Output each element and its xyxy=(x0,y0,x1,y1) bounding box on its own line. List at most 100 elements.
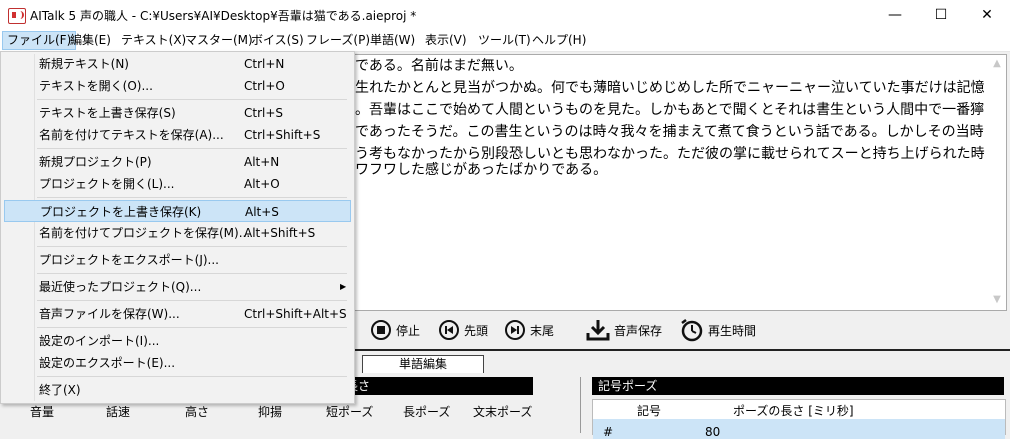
menu-item-label: 名前を付けてテキストを保存(A)... xyxy=(39,128,224,142)
skip-to-start-icon xyxy=(439,320,459,340)
menu-item-open-project[interactable]: プロジェクトを開く(L)... Alt+O xyxy=(4,173,351,195)
menu-phrase[interactable]: フレーズ(P) xyxy=(302,32,374,49)
skip-to-end-icon xyxy=(505,320,525,340)
play-time-button[interactable]: 再生時間 xyxy=(680,318,756,342)
editor-line: 。吾輩はここで始めて人間というものを見た。しかもあとで聞くとそれは書生という人間… xyxy=(355,102,985,118)
stop-label: 停止 xyxy=(396,323,421,338)
play-time-label: 再生時間 xyxy=(708,323,757,338)
length-header: 長さ xyxy=(340,377,533,395)
menu-text[interactable]: テキスト(X) xyxy=(117,32,190,49)
menu-separator xyxy=(37,246,347,247)
menu-tools[interactable]: ツール(T) xyxy=(474,32,535,49)
end-label: 末尾 xyxy=(530,323,555,338)
menu-item-label: 新規プロジェクト(P) xyxy=(39,155,152,169)
scroll-down-icon[interactable]: ▼ xyxy=(992,295,1002,305)
menu-separator xyxy=(37,148,347,149)
submenu-arrow-icon: ▶ xyxy=(340,282,347,291)
close-button[interactable]: ✕ xyxy=(964,0,1010,30)
menu-word[interactable]: 単語(W) xyxy=(366,32,419,49)
param-intonation-label: 抑揚 xyxy=(258,405,283,419)
editor-line: 生れたかとんと見当がつかぬ。何でも薄暗いじめじめした所でニャーニャー泣いていた事… xyxy=(355,80,985,96)
param-sentence-end-pause-label: 文末ポーズ xyxy=(473,405,533,419)
menu-item-save-text[interactable]: テキストを上書き保存(S) Ctrl+S xyxy=(4,102,351,124)
save-audio-label: 音声保存 xyxy=(614,323,663,338)
menu-item-new-project[interactable]: 新規プロジェクト(P) Alt+N xyxy=(4,151,351,173)
file-menu-dropdown: 新規テキスト(N) Ctrl+N テキストを開く(O)... Ctrl+O テキ… xyxy=(0,51,355,404)
stop-button[interactable]: 停止 xyxy=(371,318,420,342)
stop-icon xyxy=(371,320,391,340)
menu-item-save-project-as[interactable]: 名前を付けてプロジェクトを保存(M)... Alt+Shift+S xyxy=(4,222,351,244)
menu-item-label: プロジェクトを上書き保存(K) xyxy=(40,205,202,219)
menu-item-label: 設定のエクスポート(E)... xyxy=(39,356,176,370)
title-bar: AITalk 5 声の職人 - C:¥Users¥AI¥Desktop¥吾輩は猫… xyxy=(0,0,1010,30)
menu-master[interactable]: マスター(M) xyxy=(181,32,257,49)
row-symbol: # xyxy=(603,425,614,439)
menu-item-label: テキストを開く(O)... xyxy=(39,79,153,93)
menu-item-save-audio-file[interactable]: 音声ファイルを保存(W)... Ctrl+Shift+Alt+S xyxy=(4,303,351,325)
menu-item-label: プロジェクトを開く(L)... xyxy=(39,177,175,191)
menu-item-save-text-as[interactable]: 名前を付けてテキストを保存(A)... Ctrl+Shift+S xyxy=(4,124,351,146)
tab-word-edit[interactable]: 単語編集 xyxy=(362,355,484,373)
scroll-up-icon[interactable]: ▲ xyxy=(992,59,1002,69)
col-length-header: ポーズの長さ [ミリ秒] xyxy=(733,404,854,418)
menu-item-label: 最近使ったプロジェクト(Q)... xyxy=(39,280,202,294)
table-row[interactable] xyxy=(593,419,1005,439)
menu-separator xyxy=(37,273,347,274)
menu-separator xyxy=(37,300,347,301)
menu-item-shortcut: Alt+Shift+S xyxy=(244,226,316,240)
app-speaker-icon xyxy=(8,8,26,24)
menu-item-shortcut: Ctrl+N xyxy=(244,57,285,71)
menu-item-import-settings[interactable]: 設定のインポート(I)... xyxy=(4,330,351,352)
param-pitch-label: 高さ xyxy=(185,405,210,419)
save-audio-button[interactable]: 音声保存 xyxy=(586,318,662,342)
menu-bar: ファイル(F) 編集(E) テキスト(X) マスター(M) ボイス(S) フレー… xyxy=(0,30,1010,52)
menu-item-export-settings[interactable]: 設定のエクスポート(E)... xyxy=(4,352,351,374)
download-icon xyxy=(586,320,610,341)
menu-item-exit[interactable]: 終了(X) xyxy=(4,379,351,401)
menu-item-shortcut: Alt+N xyxy=(244,155,280,169)
param-speed-label: 話速 xyxy=(106,405,131,419)
menu-item-shortcut: Alt+O xyxy=(244,177,280,191)
editor-line: である。名前はまだ無い。 xyxy=(355,58,523,74)
menu-view[interactable]: 表示(V) xyxy=(421,32,471,49)
menu-item-open-text[interactable]: テキストを開く(O)... Ctrl+O xyxy=(4,75,351,97)
head-button[interactable]: 先頭 xyxy=(439,318,488,342)
maximize-button[interactable]: ☐ xyxy=(918,0,964,30)
minimize-button[interactable]: — xyxy=(872,0,918,30)
menu-separator xyxy=(37,327,347,328)
menu-item-save-project[interactable]: プロジェクトを上書き保存(K) Alt+S xyxy=(4,200,351,222)
menu-item-new-text[interactable]: 新規テキスト(N) Ctrl+N xyxy=(4,53,351,75)
menu-item-shortcut: Ctrl+Shift+S xyxy=(244,128,321,142)
head-label: 先頭 xyxy=(464,323,489,338)
menu-item-export-project[interactable]: プロジェクトをエクスポート(J)... xyxy=(4,249,351,271)
menu-item-shortcut: Ctrl+Shift+Alt+S xyxy=(244,307,347,321)
menu-item-label: 設定のインポート(I)... xyxy=(39,334,160,348)
menu-item-recent-projects[interactable]: 最近使ったプロジェクト(Q)... ▶ xyxy=(4,276,351,298)
menu-voice[interactable]: ボイス(S) xyxy=(247,32,308,49)
menu-item-label: 新規テキスト(N) xyxy=(39,57,129,71)
row-length: 80 xyxy=(705,425,721,439)
menu-separator xyxy=(37,99,347,100)
menu-item-shortcut: Ctrl+O xyxy=(244,79,285,93)
param-volume-label: 音量 xyxy=(30,405,55,419)
menu-item-label: 名前を付けてプロジェクトを保存(M)... xyxy=(39,226,251,240)
menu-item-label: 音声ファイルを保存(W)... xyxy=(39,307,180,321)
menu-help[interactable]: ヘルプ(H) xyxy=(528,32,590,49)
end-button[interactable]: 末尾 xyxy=(505,318,554,342)
param-short-pause-label: 短ポーズ xyxy=(326,405,374,419)
menu-item-label: プロジェクトをエクスポート(J)... xyxy=(39,253,219,267)
menu-item-shortcut: Alt+S xyxy=(245,205,279,219)
menu-separator xyxy=(37,376,347,377)
menu-separator xyxy=(37,197,347,198)
editor-scrollbar[interactable]: ▲ ▼ xyxy=(989,55,1006,310)
symbol-pause-table[interactable]: 記号 ポーズの長さ [ミリ秒] # 80 xyxy=(592,399,1006,439)
symbol-pause-header: 記号ポーズ xyxy=(592,377,1004,395)
editor-line: であったそうだ。この書生というのは時々我々を捕まえて煮て食うという話である。しか… xyxy=(355,124,984,140)
menu-edit[interactable]: 編集(E) xyxy=(66,32,115,49)
col-symbol-header: 記号 xyxy=(637,404,662,418)
window-title: AITalk 5 声の職人 - C:¥Users¥AI¥Desktop¥吾輩は猫… xyxy=(30,9,417,23)
menu-item-label: 終了(X) xyxy=(39,383,81,397)
timer-icon xyxy=(681,319,703,342)
section-separator xyxy=(580,377,581,433)
menu-item-shortcut: Ctrl+S xyxy=(244,106,284,120)
